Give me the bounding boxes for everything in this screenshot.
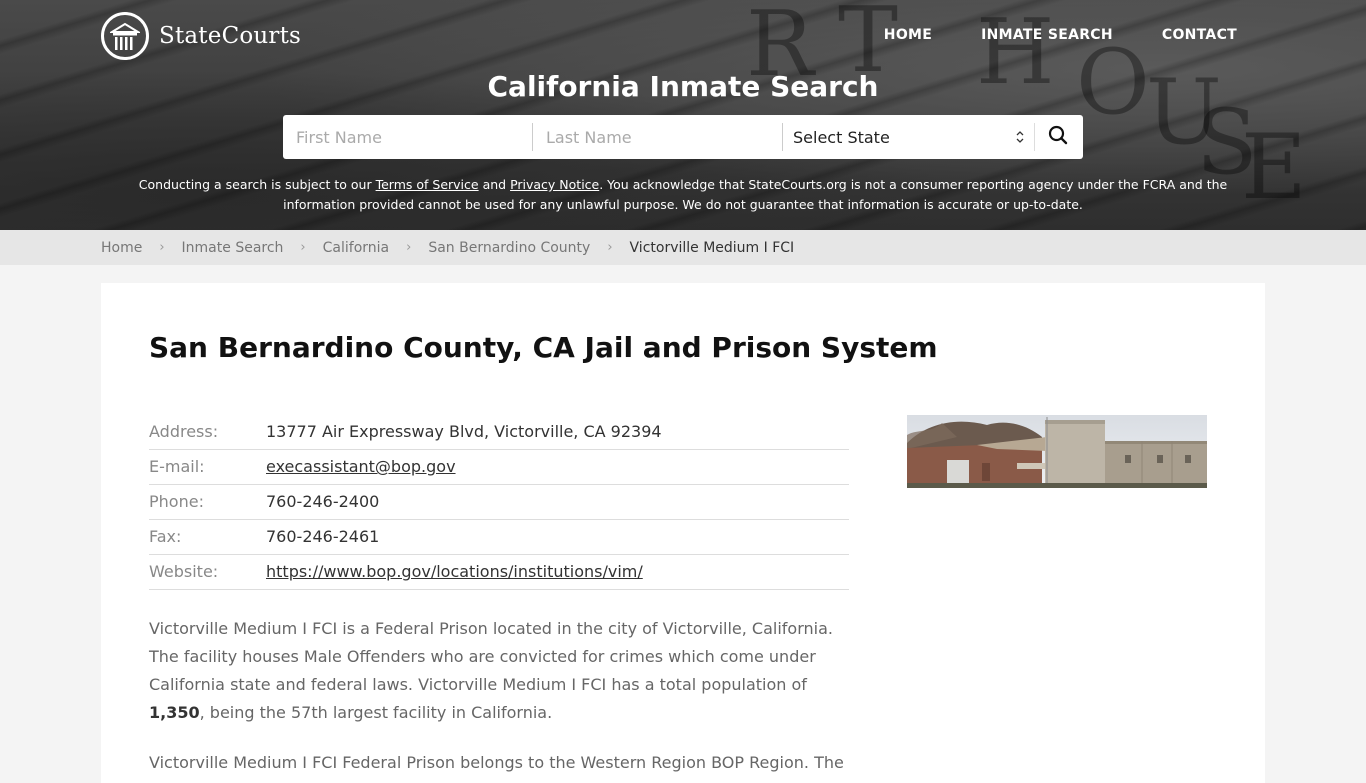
disclaimer-text: Conducting a search is subject to our [138, 177, 376, 192]
detail-row-email: E-mail: execassistant@bop.gov [149, 449, 849, 484]
description-text: , being the 57th largest facility in Cal… [199, 703, 553, 722]
population-count: 1,350 [149, 703, 200, 722]
disclaimer-text: and [478, 177, 511, 192]
breadcrumb-current: Victorville Medium I FCI [629, 239, 795, 256]
breadcrumb-home[interactable]: Home [101, 240, 142, 256]
email-link[interactable]: execassistant@bop.gov [266, 457, 456, 476]
facility-description: Victorville Medium I FCI is a Federal Pr… [149, 615, 854, 727]
courthouse-columns-icon [101, 12, 149, 60]
chevron-right-icon: › [159, 240, 165, 255]
breadcrumb: Home › Inmate Search › California › San … [0, 230, 1366, 265]
breadcrumb-california[interactable]: California [323, 240, 389, 256]
detail-label: E-mail: [149, 457, 205, 476]
privacy-notice-link[interactable]: Privacy Notice [510, 177, 599, 192]
detail-label: Address: [149, 421, 219, 441]
hero-header: R T H O U S E StateCourts HOME INMATE SE… [0, 0, 1366, 230]
terms-of-service-link[interactable]: Terms of Service [376, 177, 479, 192]
first-name-input[interactable] [283, 123, 533, 151]
state-select-value: Select State [793, 127, 890, 147]
brand-name: StateCourts [159, 23, 302, 49]
nav-home[interactable]: HOME [884, 27, 932, 43]
detail-row-phone: Phone: 760-246-2400 [149, 484, 849, 519]
top-navigation: HOME INMATE SEARCH CONTACT [884, 27, 1237, 43]
page-title: San Bernardino County, CA Jail and Priso… [149, 331, 938, 364]
state-select[interactable]: Select State [783, 123, 1035, 151]
facility-card: San Bernardino County, CA Jail and Priso… [101, 283, 1265, 783]
detail-row-address: Address: 13777 Air Expressway Blvd, Vict… [149, 414, 849, 449]
fax-value: 760-246-2461 [266, 527, 380, 546]
statecourts-logo[interactable]: StateCourts [101, 12, 301, 60]
select-updown-icon [1016, 130, 1024, 144]
last-name-input[interactable] [533, 123, 783, 151]
search-button[interactable] [1035, 115, 1081, 159]
description-text: Victorville Medium I FCI is a Federal Pr… [149, 619, 833, 694]
facility-photo [907, 415, 1207, 488]
search-disclaimer: Conducting a search is subject to our Te… [120, 175, 1246, 215]
nav-inmate-search[interactable]: INMATE SEARCH [981, 27, 1113, 43]
inmate-search-form: Select State [283, 115, 1083, 159]
detail-label: Fax: [149, 527, 182, 546]
phone-value: 760-246-2400 [266, 492, 380, 511]
chevron-right-icon: › [406, 240, 412, 255]
facility-details-table: Address: 13777 Air Expressway Blvd, Vict… [149, 414, 849, 590]
hero-title: California Inmate Search [487, 70, 879, 103]
detail-row-fax: Fax: 760-246-2461 [149, 519, 849, 554]
detail-row-website: Website: https://www.bop.gov/locations/i… [149, 554, 849, 589]
breadcrumb-inmate-search[interactable]: Inmate Search [182, 240, 284, 256]
breadcrumb-san-bernardino-county[interactable]: San Bernardino County [428, 240, 590, 256]
address-value: 13777 Air Expressway Blvd, Victorville, … [266, 421, 662, 441]
detail-label: Website: [149, 562, 219, 581]
chevron-right-icon: › [300, 240, 306, 255]
chevron-right-icon: › [607, 240, 613, 255]
search-icon [1048, 125, 1068, 149]
nav-contact[interactable]: CONTACT [1162, 27, 1237, 43]
website-link[interactable]: https://www.bop.gov/locations/institutio… [266, 562, 643, 581]
detail-label: Phone: [149, 492, 204, 511]
facility-region-description: Victorville Medium I FCI Federal Prison … [149, 753, 844, 772]
